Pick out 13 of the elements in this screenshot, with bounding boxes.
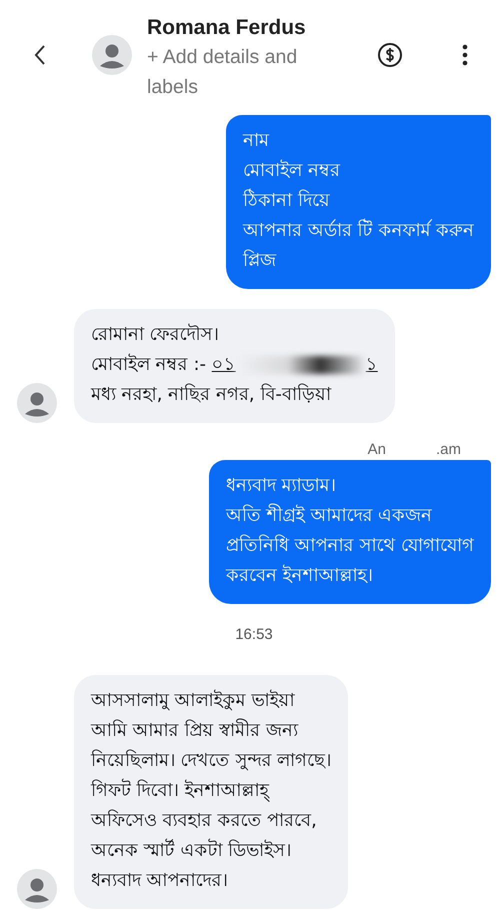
contact-name: Romana Ferdus <box>147 15 307 41</box>
sent-message: ধন্যবাদ ম্যাডাম। অতি শীগ্রই আমাদের একজন প্রতিনিধি আপনার সাথে যোগাযোগ করবেন ইনশাআল্লাহ। <box>208 460 491 604</box>
dollar-icon[interactable] <box>377 42 403 68</box>
received-message: আসসালামু আলাইকুম ভাইয়া আমি আমার প্রিয় স্বামীর জন্য নিয়েছিলাম। দেখতে সুন্দর লাগছে। গিফট দিবো। ইনশাআল্লাহ্ অফিসেও ব্যবহার করতে পারবে, অনেক স্মার্ট একটা ডিভাইস। ধন্যবাদ আপনাদের। <box>74 675 348 909</box>
add-details-link[interactable]: + Add details and labels <box>147 42 337 102</box>
avatar-icon <box>92 35 132 75</box>
received-message: রোমানা ফেরদৌস। মোবাইল নম্বর :- ০১ ১ মধ্য নরহা, নাছির নগর, বি-বাড়িয়া <box>74 309 395 423</box>
more-options-icon[interactable] <box>461 44 469 66</box>
sender-label: An .am <box>368 441 461 458</box>
sent-message: নাম মোবাইল নম্বর ঠিকানা দিয়ে আপনার অর্ডার টি কনফার্ম করুন প্লিজ <box>226 115 491 289</box>
timestamp: 16:53 <box>235 626 273 643</box>
avatar-icon <box>17 869 57 909</box>
avatar-icon <box>17 383 57 423</box>
